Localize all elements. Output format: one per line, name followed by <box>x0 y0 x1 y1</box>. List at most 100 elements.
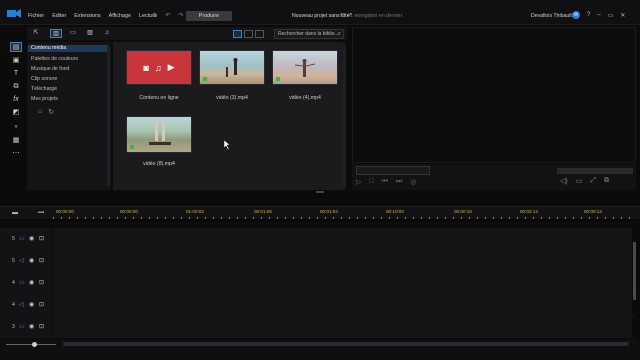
tree-scrollbar[interactable] <box>107 46 110 186</box>
eye-icon[interactable]: ◉ <box>29 279 34 286</box>
eye-icon[interactable]: ◉ <box>29 235 34 242</box>
lock-icon[interactable]: ⊡ <box>39 279 44 286</box>
track-lane[interactable] <box>53 250 632 272</box>
menu-affichage[interactable]: Affichage <box>109 13 131 19</box>
transition-icon[interactable]: ⧉ <box>10 82 22 92</box>
track-lane[interactable] <box>53 272 632 294</box>
tree-item-background-music[interactable]: Musique de fond <box>31 66 69 72</box>
timeline-view-icon[interactable]: ▬ <box>8 209 22 217</box>
help-icon[interactable]: ? <box>587 12 590 18</box>
lock-icon[interactable]: ⊡ <box>39 301 44 308</box>
online-content-tile[interactable]: ◙ ♫ ▶ <box>126 50 192 85</box>
more-icon[interactable]: ⋯ <box>10 149 22 159</box>
audio-track[interactable]: 5 ◁ ◉ ⊡ <box>0 250 634 272</box>
video-track[interactable]: 5 ▭ ◉ ⊡ <box>0 228 634 250</box>
zoom-slider-handle[interactable] <box>32 342 37 347</box>
media-tab-icon[interactable]: ▥ <box>50 29 62 38</box>
menu-bar: Fichier Editer Extensions Affichage Lect… <box>0 0 640 25</box>
timeline-vertical-scrollbar[interactable] <box>633 242 636 300</box>
snapshot-icon[interactable]: ◎ <box>410 178 416 186</box>
figure-silhouette <box>294 59 316 77</box>
media-grid-scrollbar[interactable] <box>343 46 346 188</box>
fx-icon[interactable]: fx <box>10 95 22 105</box>
eye-icon[interactable]: ◉ <box>29 323 34 330</box>
tree-item-media[interactable]: Contenu média <box>28 45 108 52</box>
eye-icon[interactable]: ◉ <box>29 257 34 264</box>
audio-mix-icon[interactable]: ♆ <box>10 123 22 133</box>
fullscreen-icon[interactable]: ⤢ <box>590 177 596 185</box>
audio-track[interactable]: 4 ◁ ◉ ⊡ <box>0 294 634 316</box>
storyboard-view-icon[interactable]: ▪▪▪ <box>34 209 48 217</box>
track-header: 3 ▭ ◉ ⊡ <box>0 316 52 338</box>
zoom-slider-track[interactable] <box>6 344 56 345</box>
horizontal-splitter[interactable] <box>316 191 324 193</box>
notification-icon[interactable]: ✉ <box>572 11 580 19</box>
track-lane[interactable] <box>53 316 632 338</box>
media-room-icon[interactable]: ▤ <box>10 42 22 52</box>
volume-icon[interactable]: ◁) <box>560 177 568 185</box>
restore-icon[interactable]: ▭ <box>608 12 614 19</box>
ruler-tick: 00:00:12 <box>584 209 602 214</box>
video-thumbnail[interactable] <box>199 50 265 85</box>
media-used-badge <box>203 77 207 81</box>
track-lane[interactable] <box>53 294 632 316</box>
image-filter-icon[interactable]: ▨ <box>84 29 96 38</box>
video-track[interactable]: 3 ▭ ◉ ⊡ <box>0 316 634 338</box>
search-icon[interactable]: ⌕ <box>338 30 341 38</box>
text-icon[interactable]: T <box>10 69 22 79</box>
user-name[interactable]: Devallois Thibault <box>531 13 572 19</box>
preview-scrubber[interactable] <box>356 166 430 175</box>
overlay-icon[interactable]: ◩ <box>10 108 22 118</box>
menu-fichier[interactable]: Fichier <box>28 13 44 19</box>
video-filter-icon[interactable]: ▭ <box>67 29 79 38</box>
redo-icon[interactable]: ↷ <box>178 12 183 19</box>
title-room-icon[interactable]: ▣ <box>10 56 22 66</box>
video-thumbnail[interactable] <box>272 50 338 85</box>
tree-item-color-boards[interactable]: Palettes de couleurs <box>31 56 78 62</box>
quality-icon[interactable]: ▭ <box>576 177 583 185</box>
eye-icon[interactable]: ◉ <box>29 301 34 308</box>
tree-item-my-projects[interactable]: Mes projets <box>31 96 58 102</box>
track-header: 4 ▭ ◉ ⊡ <box>0 272 52 294</box>
audio-filter-icon[interactable]: ♫ <box>101 29 113 38</box>
room-toolbar: ▤ ▣ T ⧉ fx ◩ ♆ ▦ ⋯ <box>6 40 26 190</box>
produce-button[interactable]: Produire <box>186 11 232 21</box>
panel-splitter[interactable] <box>348 27 351 190</box>
stop-icon[interactable]: □ <box>369 178 373 186</box>
list-view-icon[interactable] <box>233 30 242 38</box>
lock-icon[interactable]: ⊡ <box>39 257 44 264</box>
camera-icon: ◙ <box>143 62 149 73</box>
undock-icon[interactable]: ⧉ <box>604 177 609 185</box>
library-search-input[interactable]: Rechercher dans la biblio... ⌕ <box>274 29 344 39</box>
ruler-tick: 00:01:06 <box>254 209 272 214</box>
media-used-badge <box>276 77 280 81</box>
settings-icon[interactable]: ⚙ <box>152 12 157 19</box>
tree-item-sound-clips[interactable]: Clip sonore <box>31 76 57 82</box>
media-caption: vidéo (8).mp4 <box>143 161 175 167</box>
minimize-icon[interactable]: – <box>597 12 600 18</box>
import-icon[interactable]: ⇱ <box>30 29 42 38</box>
play-button-icon[interactable]: ▷ <box>356 178 361 186</box>
menu-extensions[interactable]: Extensions <box>74 13 100 19</box>
track-lane[interactable] <box>53 228 632 250</box>
prev-frame-icon[interactable]: ⏮ <box>382 178 388 186</box>
video-thumbnail[interactable] <box>126 116 192 153</box>
sort-icon[interactable] <box>255 30 264 38</box>
lock-icon[interactable]: ⊡ <box>39 323 44 330</box>
refresh-icon[interactable]: ↻ <box>48 108 54 116</box>
tag-icon[interactable]: ⌂ <box>38 108 42 116</box>
voice-icon[interactable]: ▦ <box>10 136 22 146</box>
close-icon[interactable]: ✕ <box>620 12 625 19</box>
timeline-horizontal-scrollbar[interactable] <box>63 342 629 346</box>
grid-view-icon[interactable] <box>244 30 253 38</box>
next-frame-icon[interactable]: ⏭ <box>396 178 402 186</box>
preview-window[interactable] <box>352 27 636 163</box>
undo-icon[interactable]: ↶ <box>165 12 170 19</box>
tree-item-downloaded[interactable]: Téléchargé <box>31 86 57 92</box>
video-track[interactable]: 4 ▭ ◉ ⊡ <box>0 272 634 294</box>
menu-editer[interactable]: Editer <box>52 13 66 19</box>
media-used-badge <box>130 145 134 149</box>
video-track-icon: ▭ <box>19 236 25 242</box>
lock-icon[interactable]: ⊡ <box>39 235 44 242</box>
ruler-tick: 00:00:10 <box>454 209 472 214</box>
